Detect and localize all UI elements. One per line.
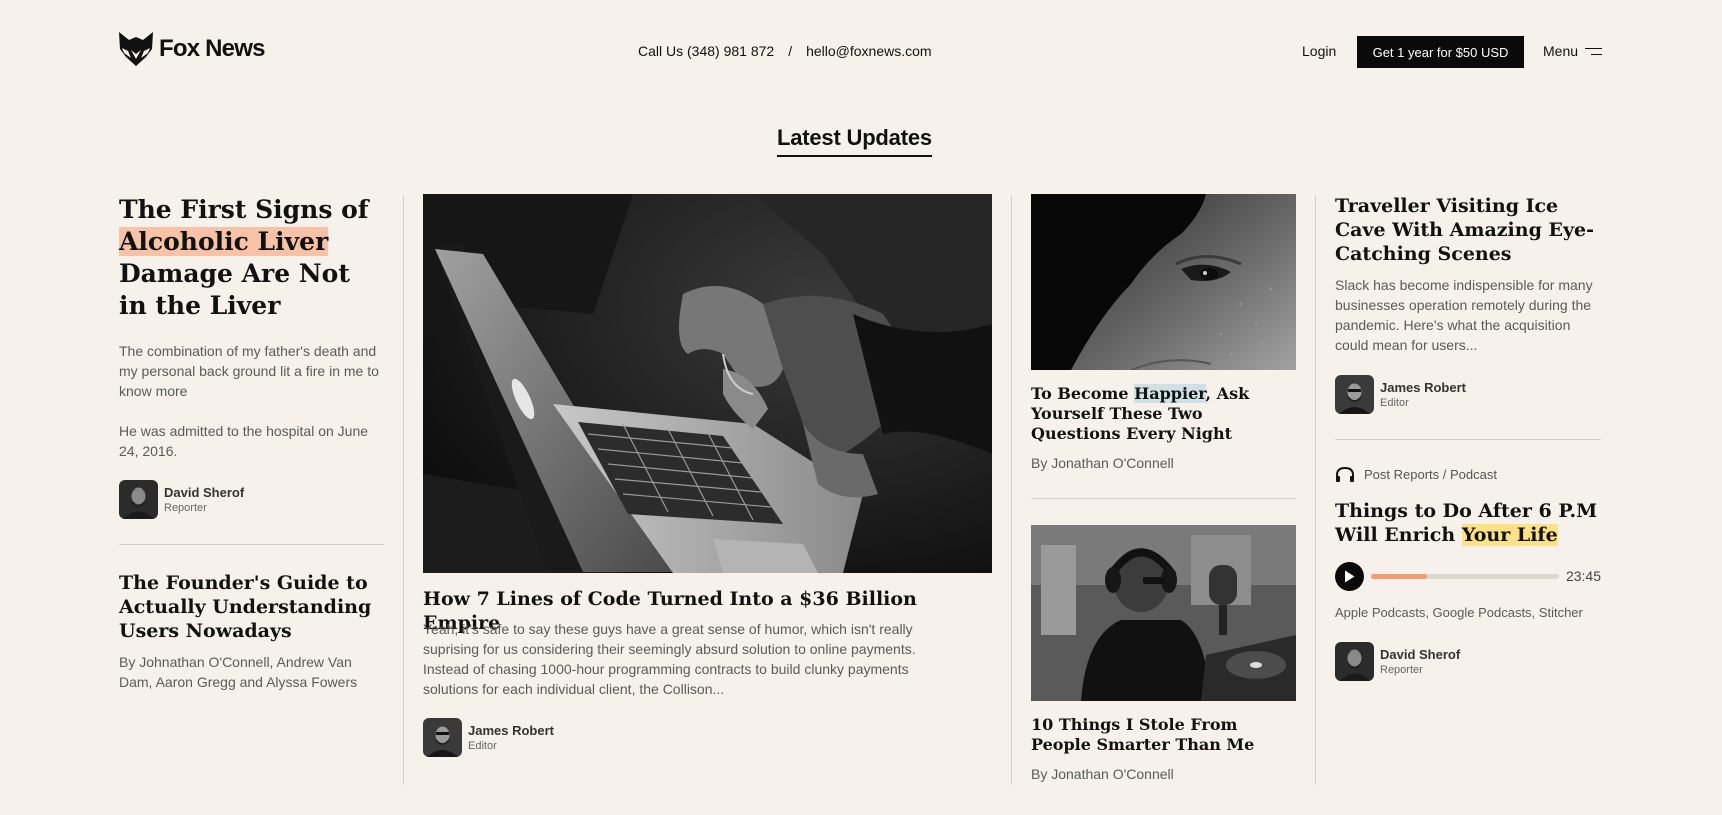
author-role: Editor — [468, 739, 497, 752]
author-name: James Robert — [468, 722, 554, 738]
column-divider — [1011, 195, 1012, 785]
title-text: The First Signs of — [119, 195, 369, 224]
article-excerpt: Yeah, it's safe to say these guys have a… — [423, 621, 916, 697]
author-role: Editor — [1380, 396, 1409, 409]
author-info: James Robert Editor — [1380, 380, 1466, 410]
author-role: Reporter — [164, 501, 207, 514]
site-header: Fox News Call Us (348) 981 872 / hello@f… — [119, 0, 1603, 103]
author-info: David Sherof Reporter — [164, 485, 244, 515]
row-divider — [119, 544, 384, 545]
article-byline: By Jonathan O'Connell — [1031, 766, 1174, 782]
duration: 23:45 — [1565, 568, 1601, 584]
author-info: David Sherof Reporter — [1380, 647, 1460, 677]
login-link[interactable]: Login — [1302, 43, 1336, 59]
contact-info: Call Us (348) 981 872 / hello@foxnews.co… — [638, 43, 932, 59]
headphones-icon — [1336, 466, 1354, 482]
article-excerpt: The combination of my father's death and… — [119, 343, 379, 399]
author-info: James Robert Editor — [468, 723, 554, 753]
subscribe-button[interactable]: Get 1 year for $50 USD — [1357, 36, 1524, 68]
title-text: To Become — [1031, 384, 1129, 403]
phone-link[interactable]: Call Us (348) 981 872 — [638, 43, 774, 59]
article-image-face[interactable] — [1031, 194, 1296, 370]
avatar — [423, 718, 462, 757]
author-name: David Sherof — [164, 484, 245, 500]
author-card[interactable]: David Sherof Reporter — [119, 480, 244, 519]
title-highlight: Alcoholic Liver — [119, 227, 329, 256]
article-title[interactable]: Traveller Visiting Ice Cave With Amazing… — [1335, 194, 1601, 266]
fox-logo-icon — [119, 32, 153, 66]
article-byline: By Jonathan O'Connell — [1031, 455, 1174, 471]
article-byline: By Johnathan O'Connell, Andrew Van Dam, … — [119, 654, 358, 690]
avatar — [1335, 642, 1374, 681]
row-divider — [1031, 498, 1296, 499]
author-card[interactable]: James Robert Editor — [423, 718, 554, 757]
article-title[interactable]: The Founder's Guide to Actually Understa… — [119, 571, 381, 643]
podcast-platforms[interactable]: Apple Podcasts, Google Podcasts, Stitche… — [1335, 605, 1583, 620]
article-title[interactable]: To Become Happier, Ask Yourself These Tw… — [1031, 384, 1296, 444]
author-card[interactable]: David Sherof Reporter — [1335, 642, 1460, 681]
author-name: David Sherof — [1380, 646, 1461, 662]
audio-player: 23:45 — [1335, 562, 1601, 591]
title-text: Damage Are Not in the Liver — [119, 259, 350, 320]
avatar — [119, 480, 158, 519]
article-excerpt: He was admitted to the hospital on June … — [119, 423, 369, 459]
play-icon — [1345, 570, 1355, 583]
podcast-category[interactable]: Post Reports / Podcast — [1335, 466, 1497, 483]
column-divider — [1315, 195, 1316, 785]
column-divider — [403, 195, 404, 785]
article-image-studio[interactable] — [1031, 525, 1296, 701]
contact-separator: / — [788, 43, 793, 59]
email-link[interactable]: hello@foxnews.com — [806, 43, 932, 59]
play-button[interactable] — [1335, 562, 1364, 591]
section-title: Latest Updates — [777, 125, 932, 157]
author-role: Reporter — [1380, 663, 1423, 676]
row-divider — [1335, 439, 1601, 440]
article-title[interactable]: 10 Things I Stole From People Smarter Th… — [1031, 715, 1296, 755]
progress-track[interactable] — [1371, 574, 1559, 579]
avatar — [1335, 375, 1374, 414]
title-highlight: Your Life — [1461, 524, 1558, 546]
menu-label: Menu — [1543, 43, 1579, 59]
author-card[interactable]: James Robert Editor — [1335, 375, 1466, 414]
article-title[interactable]: The First Signs of Alcoholic Liver Damag… — [119, 194, 381, 322]
podcast-title[interactable]: Things to Do After 6 P.M Will Enrich You… — [1335, 499, 1601, 547]
author-name: James Robert — [1380, 379, 1466, 395]
brand-logo[interactable]: Fox News — [119, 31, 265, 66]
menu-icon — [1585, 47, 1603, 57]
article-image-laptop[interactable] — [423, 194, 992, 573]
brand-name: Fox News — [159, 34, 265, 62]
progress-fill — [1371, 574, 1428, 579]
article-excerpt: Slack has become indispensible for many … — [1335, 277, 1593, 353]
title-highlight: Happier — [1134, 384, 1206, 403]
menu-button[interactable]: Menu — [1543, 43, 1603, 59]
podcast-category-label: Post Reports / Podcast — [1364, 467, 1497, 482]
